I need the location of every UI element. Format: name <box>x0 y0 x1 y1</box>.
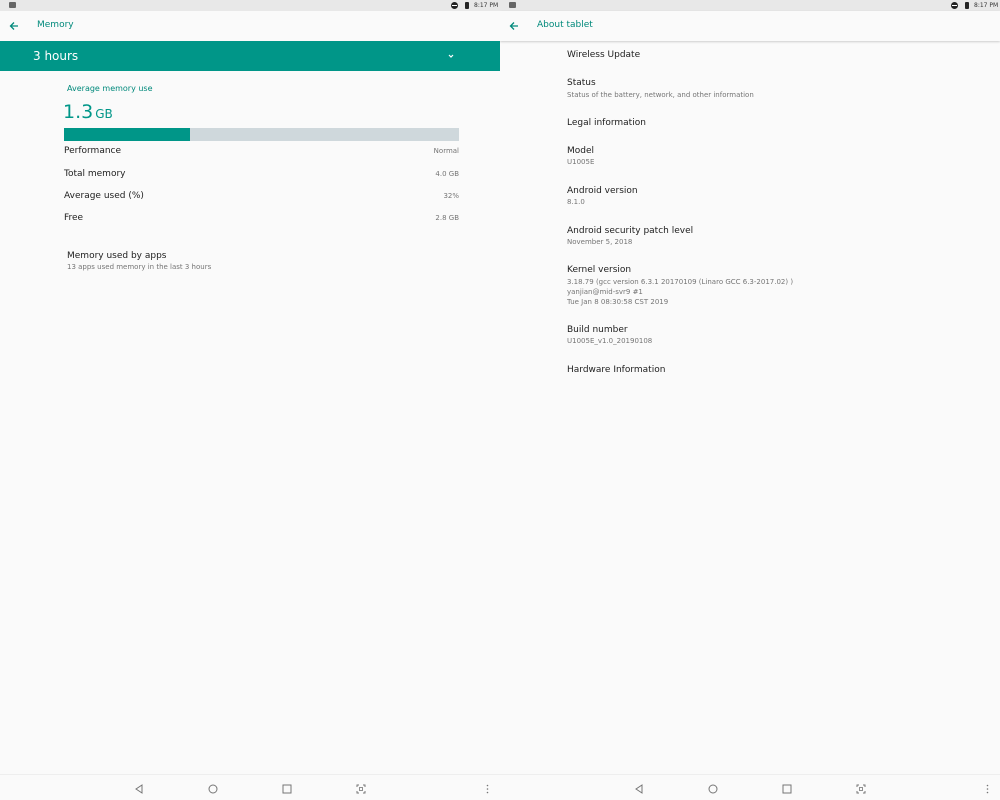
stat-value: 4.0 GB <box>435 170 459 178</box>
chevron-down-icon <box>448 54 454 58</box>
memory-used-by-apps-summary: 13 apps used memory in the last 3 hours <box>67 263 212 271</box>
item-summary-line: yanjian@mid-svr9 #1 <box>567 288 643 296</box>
page-title: Memory <box>37 20 74 30</box>
item-summary: U1005E_v1.0_20190108 <box>567 337 653 345</box>
item-summary: Status of the battery, network, and othe… <box>567 91 754 99</box>
battery-icon <box>965 2 969 9</box>
recents-icon[interactable] <box>281 783 293 795</box>
memory-usage-fill <box>64 128 191 141</box>
navigation-bar <box>500 774 1000 800</box>
photo-icon <box>509 2 516 8</box>
status-bar: 8:17 PM <box>0 0 500 11</box>
average-memory-value: 1.3 GB <box>63 101 113 125</box>
app-bar: Memory <box>0 11 500 41</box>
photo-icon <box>9 2 16 8</box>
item-title: Android security patch level <box>567 226 694 236</box>
stat-value: Normal <box>433 147 459 155</box>
memory-used-by-apps-item[interactable]: Memory used by apps <box>67 250 167 262</box>
status-time: 8:17 PM <box>474 2 499 9</box>
back-arrow-icon[interactable] <box>508 20 520 32</box>
navigation-bar <box>0 774 500 800</box>
back-arrow-icon[interactable] <box>8 20 20 32</box>
average-memory-unit: GB <box>95 107 113 121</box>
stat-label: Total memory <box>64 169 126 179</box>
about-tablet-screen: 8:17 PM About tablet Wireless Update Sta… <box>500 0 1000 800</box>
memory-usage-bar <box>64 128 459 141</box>
stat-label: Performance <box>64 146 122 156</box>
screenshot-icon[interactable] <box>855 783 867 795</box>
item-summary-line: Tue Jan 8 08:30:58 CST 2019 <box>567 298 669 306</box>
more-icon[interactable] <box>986 784 989 794</box>
item-summary: U1005E <box>567 158 595 166</box>
stat-value: 32% <box>443 192 459 200</box>
stat-label: Free <box>64 213 84 223</box>
battery-icon <box>465 2 469 9</box>
status-time: 8:17 PM <box>974 2 999 9</box>
more-icon[interactable] <box>486 784 489 794</box>
stat-row-average-used: Average used (%) 32% <box>64 190 459 204</box>
back-icon[interactable] <box>633 783 645 795</box>
app-bar: About tablet <box>500 11 1000 41</box>
status-bar: 8:17 PM <box>500 0 1000 11</box>
item-title: Legal information <box>567 118 646 128</box>
item-title: Hardware Information <box>567 365 666 375</box>
time-period-label: 3 hours <box>33 49 79 63</box>
recents-icon[interactable] <box>781 783 793 795</box>
item-summary: 8.1.0 <box>567 198 585 206</box>
item-title: Status <box>567 78 596 88</box>
item-title: Android version <box>567 186 638 196</box>
item-summary-line: 3.18.79 (gcc version 6.3.1 20170109 (Lin… <box>567 278 794 286</box>
item-title: Kernel version <box>567 265 632 275</box>
screenshot-icon[interactable] <box>355 783 367 795</box>
average-memory-label: Average memory use <box>67 84 153 93</box>
stat-row-total-memory: Total memory 4.0 GB <box>64 168 459 182</box>
page-title: About tablet <box>537 20 593 30</box>
do-not-disturb-icon <box>451 2 458 9</box>
back-icon[interactable] <box>133 783 145 795</box>
item-title: Wireless Update <box>567 50 641 60</box>
stat-label: Average used (%) <box>64 191 144 201</box>
stat-row-performance: Performance Normal <box>64 145 459 159</box>
stat-row-free: Free 2.8 GB <box>64 212 459 226</box>
home-icon[interactable] <box>707 783 719 795</box>
time-period-dropdown[interactable]: 3 hours <box>0 41 500 71</box>
home-icon[interactable] <box>207 783 219 795</box>
do-not-disturb-icon <box>951 2 958 9</box>
average-memory-number: 1.3 <box>63 101 94 123</box>
memory-screen: 8:17 PM Memory 3 hours Average memory us… <box>0 0 500 800</box>
item-title: Build number <box>567 325 628 335</box>
item-title: Model <box>567 146 595 156</box>
stat-value: 2.8 GB <box>435 214 459 222</box>
item-summary: November 5, 2018 <box>567 238 633 246</box>
